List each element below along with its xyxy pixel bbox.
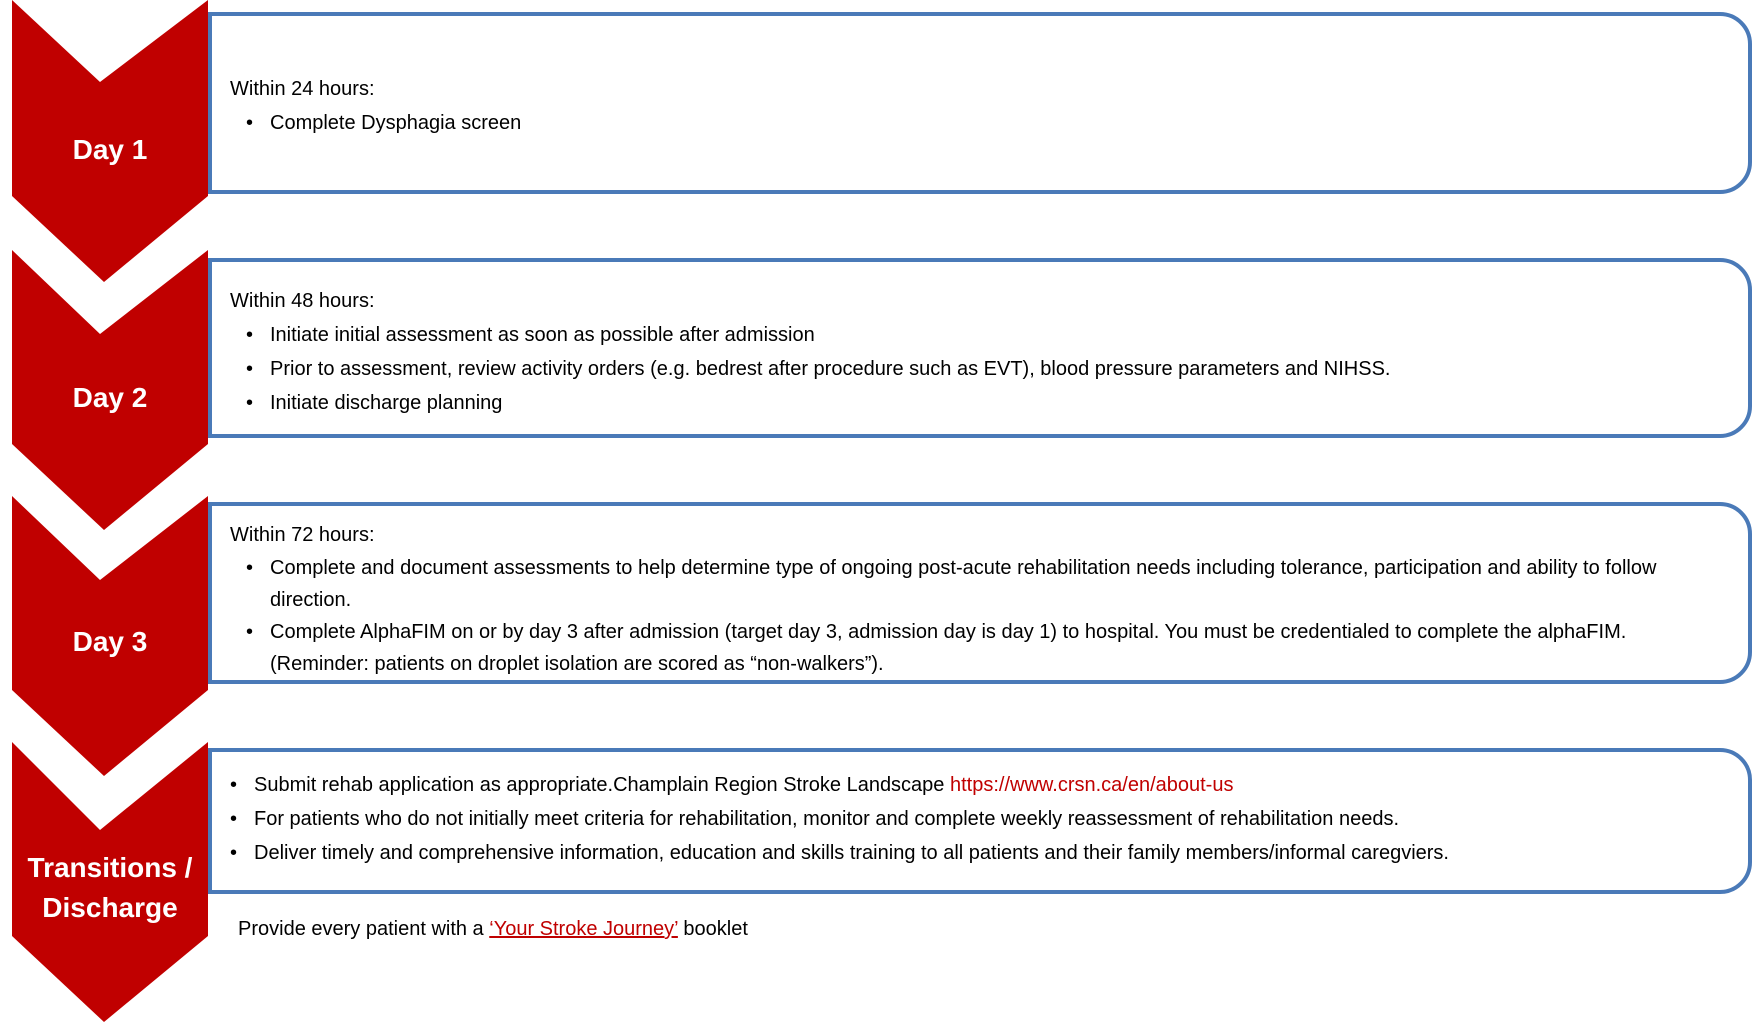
bullet-marker: • bbox=[246, 112, 254, 134]
day-3-label: Day 3 bbox=[72, 626, 148, 657]
day-2-bullet: • Initiate discharge planning bbox=[246, 386, 1728, 420]
day-3-bullet: • Complete and document assessments to h… bbox=[246, 552, 1728, 616]
bullet-text: Complete and document assessments to hel… bbox=[270, 557, 1657, 611]
step-box-day-3: Within 72 hours: • Complete and document… bbox=[208, 502, 1752, 684]
bullet-text: Complete AlphaFIM on or by day 3 after a… bbox=[270, 621, 1627, 675]
bullet-marker: • bbox=[246, 358, 254, 380]
day-2-bullet: • Prior to assessment, review activity o… bbox=[246, 352, 1728, 386]
day-3-heading: Within 72 hours: bbox=[230, 524, 375, 546]
transitions-label-line1: Transitions / bbox=[27, 852, 193, 883]
bullet-text: Initiate discharge planning bbox=[270, 392, 503, 414]
footer-suffix: booklet bbox=[677, 918, 748, 940]
day-1-heading: Within 24 hours: bbox=[230, 78, 375, 100]
day-1-label: Day 1 bbox=[72, 134, 148, 165]
transitions-label: Transitions / Discharge bbox=[14, 848, 206, 928]
bullet-marker: • bbox=[246, 324, 254, 346]
day-2-heading: Within 48 hours: bbox=[230, 290, 375, 312]
step-box-transitions: • Submit rehab application as appropriat… bbox=[208, 748, 1752, 894]
transitions-bullet: • For patients who do not initially meet… bbox=[230, 802, 1728, 836]
bullet-text: Complete Dysphagia screen bbox=[270, 112, 522, 134]
bullet-marker: • bbox=[230, 774, 238, 796]
step-box-day-2: Within 48 hours: • Initiate initial asse… bbox=[208, 258, 1752, 438]
stroke-journey-link[interactable]: ‘Your Stroke Journey’ bbox=[489, 918, 678, 940]
transitions-bullet: • Deliver timely and comprehensive infor… bbox=[230, 836, 1728, 870]
bullet-marker: • bbox=[246, 392, 254, 414]
bullet-text: Initiate initial assessment as soon as p… bbox=[270, 324, 815, 346]
bullet-text: For patients who do not initially meet c… bbox=[254, 808, 1400, 830]
day-2-label: Day 2 bbox=[72, 382, 148, 413]
day-1-bullet: • Complete Dysphagia screen bbox=[246, 106, 1728, 140]
footer-note: Provide every patient with a ‘Your Strok… bbox=[238, 912, 748, 946]
bullet-marker: • bbox=[246, 557, 254, 579]
day-3-bullet: • Complete AlphaFIM on or by day 3 after… bbox=[246, 616, 1728, 680]
step-box-day-1: Within 24 hours: • Complete Dysphagia sc… bbox=[208, 12, 1752, 194]
crsn-link[interactable]: https://www.crsn.ca/en/about-us bbox=[950, 774, 1233, 796]
bullet-text: Prior to assessment, review activity ord… bbox=[270, 358, 1391, 380]
footer-prefix: Provide every patient with a bbox=[238, 918, 490, 940]
bullet-marker: • bbox=[230, 808, 238, 830]
bullet-text: Submit rehab application as appropriate.… bbox=[254, 774, 950, 796]
bullet-marker: • bbox=[230, 842, 238, 864]
day-2-bullet: • Initiate initial assessment as soon as… bbox=[246, 318, 1728, 352]
transitions-label-line2: Discharge bbox=[42, 892, 178, 923]
bullet-text: Deliver timely and comprehensive informa… bbox=[254, 842, 1449, 864]
bullet-marker: • bbox=[246, 621, 254, 643]
transitions-bullet: • Submit rehab application as appropriat… bbox=[230, 768, 1728, 802]
